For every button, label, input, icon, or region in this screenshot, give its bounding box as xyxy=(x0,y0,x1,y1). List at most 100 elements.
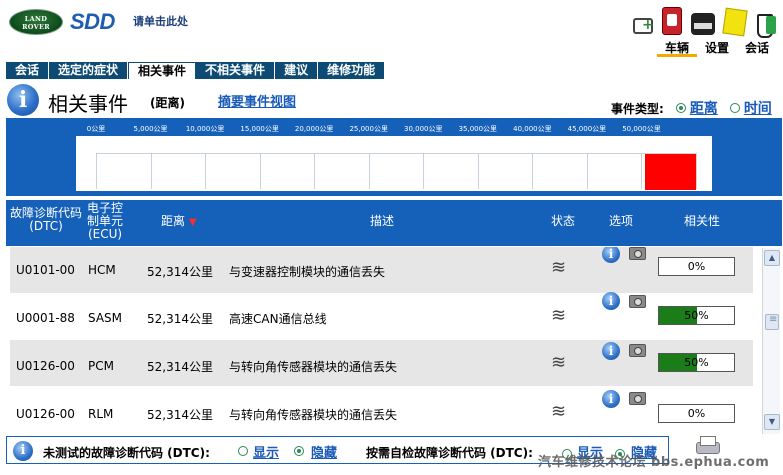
nav-unrelated-events[interactable]: 不相关事件 xyxy=(196,62,276,79)
ecu-name: HCM xyxy=(88,263,116,277)
col-options: 选项 xyxy=(609,214,634,228)
relevance-text: 0% xyxy=(687,407,706,420)
event-type-selector: 事件类型: 距离 时间 xyxy=(611,98,772,118)
relevance-bar: 0% xyxy=(658,257,735,276)
note-icon[interactable] xyxy=(722,7,748,37)
timeline-gridline xyxy=(696,153,697,189)
col-status: 状态 xyxy=(551,214,576,228)
table-header: 故障诊断代码 (DTC) 电子控制单元 (ECU) 距离 ▼ 描述 状态 选项 … xyxy=(6,200,782,246)
nav-spacer xyxy=(385,62,782,79)
dtc-code: U0001-88 xyxy=(16,311,75,325)
relevance-bar: 50% xyxy=(658,353,735,372)
timeline-tick-label: 5,000公里 xyxy=(133,125,168,133)
ecu-name: PCM xyxy=(88,359,114,373)
camera-icon[interactable] xyxy=(629,344,646,357)
table-row[interactable]: U0126-00 PCM 52,314公里 与转向角传感器模块的通信丢失 ≋ i… xyxy=(10,340,753,386)
timeline-tick-label: 0公里 xyxy=(86,125,106,133)
radio-time[interactable] xyxy=(729,103,740,113)
timeline-tick-label: 40,000公里 xyxy=(513,125,552,133)
app-header: LAND ROVER SDD 请单击此处 车辆 设置 会话 xyxy=(0,0,783,58)
camera-icon[interactable] xyxy=(629,295,646,308)
col-dtc[interactable]: 故障诊断代码 (DTC) xyxy=(6,207,86,233)
timeline-gridline xyxy=(205,153,207,189)
untested-dtc-label: 未测试的故障诊断代码 (DTC): xyxy=(43,446,210,460)
distance-value: 52,314公里 xyxy=(147,360,213,374)
battery-flask-icon[interactable] xyxy=(755,6,777,38)
timeline-gridline xyxy=(259,153,261,189)
land-rover-logo: LAND ROVER xyxy=(9,9,63,35)
col-ecu[interactable]: 电子控制单元 (ECU) xyxy=(83,202,127,241)
timeline-gridline xyxy=(586,153,588,189)
timeline-event-bar[interactable] xyxy=(645,154,696,190)
intermittent-status-icon: ≋ xyxy=(551,305,567,326)
tab-settings[interactable]: 设置 xyxy=(697,40,737,57)
col-relevance: 相关性 xyxy=(684,214,721,228)
table-scrollbar[interactable]: ▲ ▼ xyxy=(762,248,780,434)
info-icon[interactable]: i xyxy=(602,390,620,408)
nav-recommendations[interactable]: 建议 xyxy=(275,62,319,79)
description: 与变速器控制模块的通信丢失 xyxy=(229,265,386,279)
camera-icon[interactable] xyxy=(629,247,646,260)
untested-hide-link[interactable]: 隐藏 xyxy=(311,442,337,461)
tab-vehicle[interactable]: 车辆 xyxy=(656,40,697,57)
nav-bar: 会话 选定的症状 相关事件 不相关事件 建议 维修功能 xyxy=(6,62,782,79)
timeline-tick-label: 45,000公里 xyxy=(567,125,607,133)
camera-icon[interactable] xyxy=(629,392,646,405)
scroll-up-icon[interactable]: ▲ xyxy=(764,250,780,266)
vehicle-interface-icon[interactable] xyxy=(691,13,715,35)
self-test-dtc-label: 按需自检故障诊断代码 (DTC): xyxy=(366,446,533,460)
radio-distance[interactable] xyxy=(675,103,686,113)
click-here-link[interactable]: 请单击此处 xyxy=(133,13,188,29)
dtc-code: U0126-00 xyxy=(16,359,75,373)
description: 与转向角传感器模块的通信丢失 xyxy=(229,360,398,374)
logo-text: LAND ROVER xyxy=(22,15,50,31)
timeline-gridline xyxy=(477,153,479,189)
summary-events-link[interactable]: 摘要事件视图 xyxy=(218,91,296,110)
info-icon[interactable]: i xyxy=(7,84,39,116)
info-icon[interactable]: i xyxy=(13,441,33,461)
timeline-gridline xyxy=(423,153,425,189)
relevance-bar: 50% xyxy=(658,306,735,325)
top-tabs: 车辆 设置 会话 xyxy=(656,40,777,57)
event-type-time-link[interactable]: 时间 xyxy=(744,98,772,118)
table-row[interactable]: U0101-00 HCM 52,314公里 与变速器控制模块的通信丢失 ≋ i … xyxy=(10,247,753,293)
timeline-chart xyxy=(76,136,712,191)
info-icon[interactable]: i xyxy=(602,247,620,263)
tab-session[interactable]: 会话 xyxy=(737,40,777,57)
distance-value: 52,314公里 xyxy=(147,408,213,422)
dtc-table-body: U0101-00 HCM 52,314公里 与变速器控制模块的通信丢失 ≋ i … xyxy=(10,247,753,435)
sdd-logo: SDD xyxy=(70,9,115,34)
nav-selected-symptoms[interactable]: 选定的症状 xyxy=(49,62,129,79)
nav-repair-functions[interactable]: 维修功能 xyxy=(318,62,386,79)
timeline-gridline xyxy=(150,153,152,189)
col-description: 描述 xyxy=(370,214,395,228)
toolbox-plus-icon[interactable] xyxy=(633,17,654,34)
dtc-code: U0101-00 xyxy=(16,263,75,277)
event-type-label: 事件类型: xyxy=(611,101,664,116)
red-device-icon[interactable] xyxy=(662,7,682,35)
timeline-tick-label: 20,000公里 xyxy=(294,125,334,133)
event-type-distance-link[interactable]: 距离 xyxy=(690,98,718,118)
page-title: 相关事件 xyxy=(48,92,128,116)
col-distance[interactable]: 距离 ▼ xyxy=(161,215,197,229)
radio-untested-hide[interactable] xyxy=(294,446,304,456)
relevance-text: 50% xyxy=(684,309,709,322)
nav-related-events[interactable]: 相关事件 xyxy=(128,62,197,79)
ecu-name: RLM xyxy=(88,407,114,421)
timeline-tick-label: 10,000公里 xyxy=(185,125,225,133)
col-distance-label: 距离 xyxy=(161,214,186,228)
toolbar xyxy=(633,4,777,38)
sort-descending-icon: ▼ xyxy=(188,217,197,228)
table-row[interactable]: U0001-88 SASM 52,314公里 高速CAN通信总线 ≋ i 50% xyxy=(10,292,753,339)
scroll-thumb[interactable] xyxy=(765,314,779,330)
info-icon[interactable]: i xyxy=(602,292,620,310)
info-icon[interactable]: i xyxy=(602,342,620,360)
intermittent-status-icon: ≋ xyxy=(551,401,567,422)
scroll-down-icon[interactable]: ▼ xyxy=(764,414,780,430)
intermittent-status-icon: ≋ xyxy=(551,257,567,278)
untested-show-link[interactable]: 显示 xyxy=(253,442,279,461)
nav-session[interactable]: 会话 xyxy=(6,62,50,79)
intermittent-status-icon: ≋ xyxy=(551,352,567,373)
table-row[interactable]: U0126-00 RLM 52,314公里 与转向角传感器模块的通信丢失 ≋ i… xyxy=(10,387,753,433)
radio-untested-show[interactable] xyxy=(238,446,248,456)
